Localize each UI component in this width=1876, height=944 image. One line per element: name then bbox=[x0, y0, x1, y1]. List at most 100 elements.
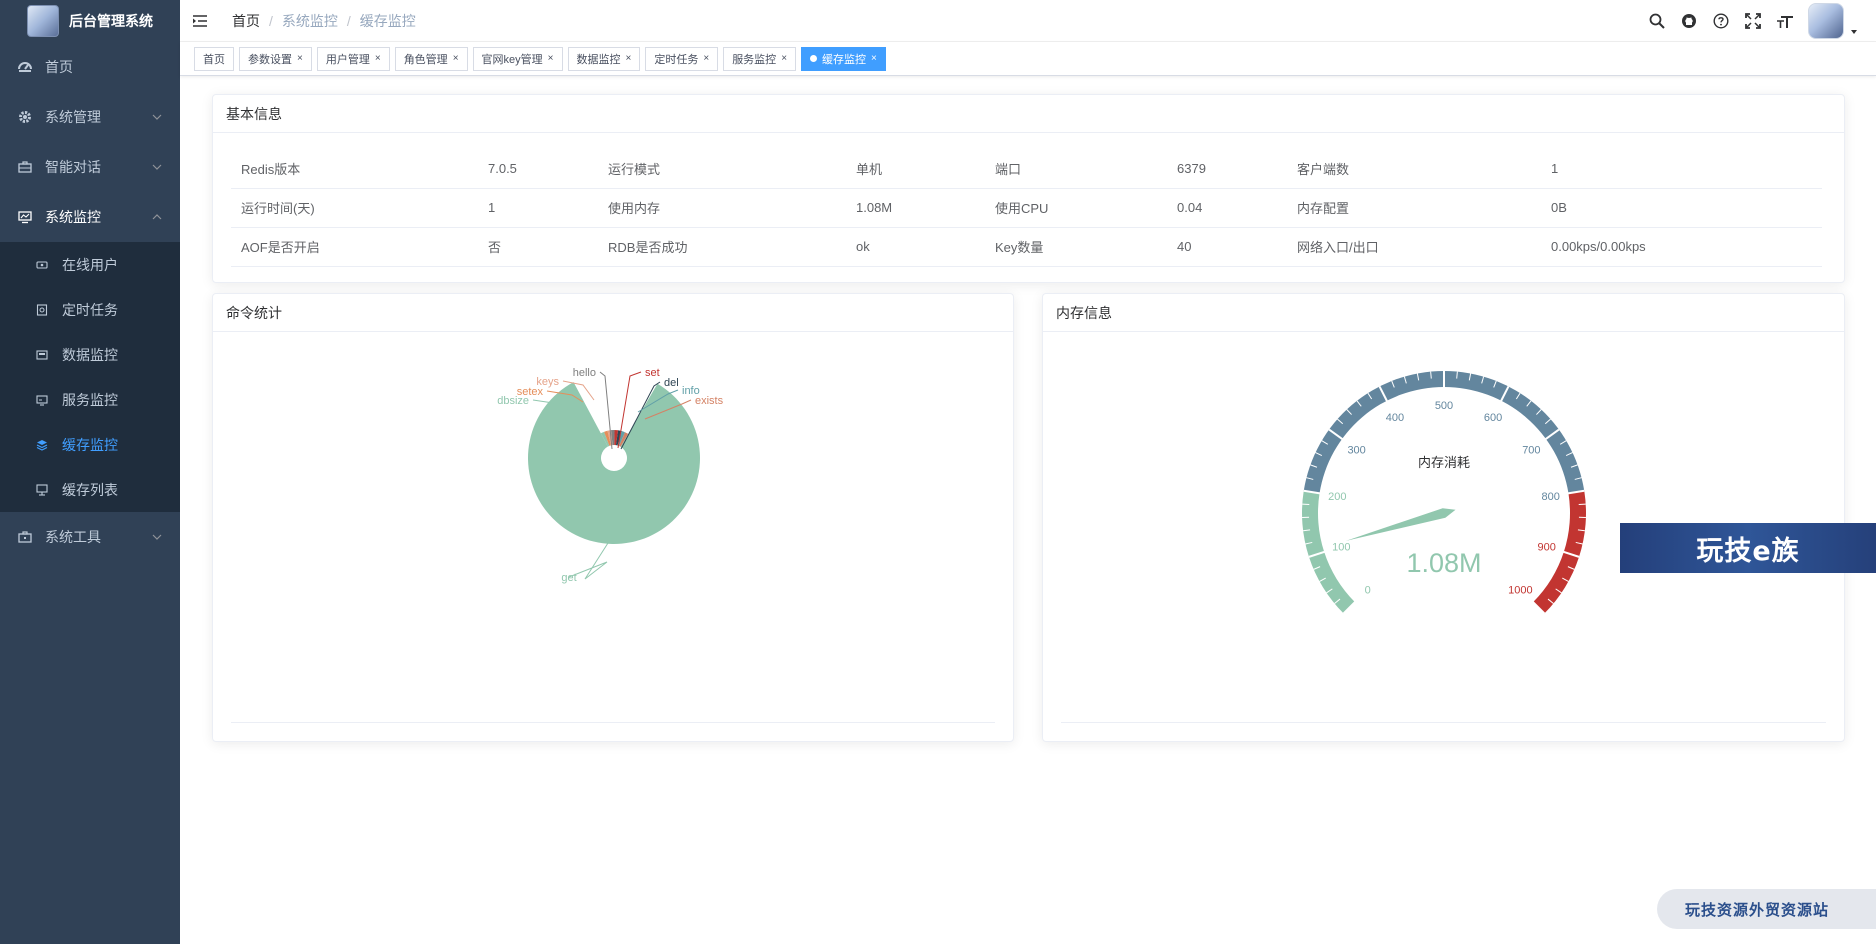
info-label: 内存配置 bbox=[1287, 188, 1541, 228]
info-value: 0.00kps/0.00kps bbox=[1541, 227, 1822, 267]
sidebar-item-chat[interactable]: 智能对话 bbox=[0, 142, 180, 192]
gauge-tick-label: 300 bbox=[1347, 445, 1365, 457]
sidebar-item-online-users[interactable]: 在线用户 bbox=[0, 242, 180, 287]
font-size-icon[interactable] bbox=[1776, 12, 1794, 30]
sidebar-item-label: 定时任务 bbox=[62, 301, 118, 318]
tag-config[interactable]: 参数设置 × bbox=[239, 46, 312, 71]
close-icon[interactable]: × bbox=[871, 53, 877, 64]
tag-role[interactable]: 角色管理 × bbox=[394, 46, 468, 71]
tag-label: 首页 bbox=[203, 53, 225, 66]
active-dot bbox=[810, 55, 818, 62]
close-icon[interactable]: × bbox=[453, 53, 459, 64]
watermark-pill: 玩技资源外贸资源站 bbox=[1657, 889, 1876, 929]
memory-info-card: 内存信息 0 100 200 300 400 500 600 700 800 900 1000 内存消… bbox=[1042, 293, 1845, 742]
fullscreen-icon[interactable] bbox=[1744, 12, 1762, 30]
card-title: 内存信息 bbox=[1043, 294, 1844, 332]
avatar[interactable] bbox=[1808, 3, 1844, 39]
sidebar-item-server-monitor[interactable]: 服务监控 bbox=[0, 377, 180, 422]
sidebar-item-label: 系统监控 bbox=[45, 209, 101, 225]
gauge-tick-label: 700 bbox=[1522, 445, 1540, 457]
info-value: 7.0.5 bbox=[478, 149, 598, 189]
help-icon[interactable] bbox=[1712, 12, 1730, 30]
briefcase-icon bbox=[18, 160, 32, 174]
menu-fold-icon bbox=[193, 14, 207, 27]
gauge-value: 1.08M bbox=[1406, 548, 1481, 578]
breadcrumb-current: 缓存监控 bbox=[359, 12, 416, 29]
gauge-minor-tick bbox=[1430, 371, 1432, 379]
sidebar-item-cache-list[interactable]: 缓存列表 bbox=[0, 467, 180, 512]
info-row: 运行时间(天) 1 使用内存 1.08M 使用CPU 0.04 内存配置 0B bbox=[231, 188, 1822, 228]
breadcrumb-separator: / bbox=[346, 12, 351, 29]
close-icon[interactable]: × bbox=[626, 53, 632, 64]
pie-label-set: set bbox=[645, 367, 660, 379]
watermark-text: 玩技e族 bbox=[1696, 535, 1800, 567]
redis-icon bbox=[36, 439, 48, 451]
toolbox-icon bbox=[18, 530, 32, 544]
gauge-band bbox=[1303, 370, 1585, 494]
chevron-down-icon bbox=[152, 534, 162, 540]
sidebar-item-monitor[interactable]: 系统监控 bbox=[0, 192, 180, 242]
hamburger-button[interactable] bbox=[180, 0, 220, 42]
online-icon bbox=[36, 259, 48, 271]
breadcrumb-home[interactable]: 首页 bbox=[232, 11, 260, 31]
tag-label: 角色管理 bbox=[403, 53, 448, 66]
gauge-tick-label: 400 bbox=[1386, 412, 1404, 424]
info-value: 40 bbox=[1167, 227, 1287, 267]
info-label: 使用CPU bbox=[985, 188, 1167, 228]
pie-label-hello: hello bbox=[573, 367, 596, 379]
close-icon[interactable]: × bbox=[781, 53, 787, 64]
info-label: 运行模式 bbox=[598, 149, 846, 189]
sidebar-item-data-monitor[interactable]: 数据监控 bbox=[0, 332, 180, 377]
close-icon[interactable]: × bbox=[703, 53, 709, 64]
search-icon[interactable] bbox=[1648, 12, 1666, 30]
sidebar-item-label: 首页 bbox=[45, 59, 73, 75]
info-row: AOF是否开启否 RDB是否成功 ok Key数量 40 网络入口/出口 0.00kps/0… bbox=[231, 227, 1822, 267]
dashboard-icon bbox=[18, 60, 32, 74]
sidebar-logo[interactable]: 后台管理系统 bbox=[0, 0, 180, 42]
logo-image bbox=[27, 5, 59, 37]
gauge-tick-label: 200 bbox=[1328, 491, 1346, 503]
sidebar-item-system[interactable]: 系统管理 bbox=[0, 92, 180, 142]
navbar: 首页 / 系统监控 / 缓存监控 bbox=[180, 0, 1876, 42]
info-label: 运行时间(天) bbox=[231, 188, 478, 228]
monitor-icon bbox=[18, 210, 32, 224]
info-value: 0B bbox=[1541, 188, 1822, 228]
tag-server[interactable]: 服务监控 × bbox=[723, 46, 797, 71]
sidebar-item-label: 智能对话 bbox=[45, 159, 101, 175]
tag-label: 缓存监控 bbox=[822, 53, 867, 66]
close-icon[interactable]: × bbox=[548, 53, 554, 64]
gauge-tick-label: 800 bbox=[1541, 491, 1559, 503]
tag-druid[interactable]: 数据监控 × bbox=[567, 46, 641, 71]
pie-slice-get[interactable] bbox=[528, 382, 700, 544]
divider bbox=[231, 722, 995, 723]
card-title: 命令统计 bbox=[213, 294, 1013, 332]
tag-job[interactable]: 定时任务 × bbox=[645, 46, 719, 71]
sidebar-item-tools[interactable]: 系统工具 bbox=[0, 512, 180, 562]
pie-label-get: get bbox=[561, 572, 576, 584]
info-label: 端口 bbox=[985, 149, 1167, 189]
sidebar-item-jobs[interactable]: 定时任务 bbox=[0, 287, 180, 332]
tag-cache[interactable]: 缓存监控 × bbox=[801, 46, 886, 71]
app-title: 后台管理系统 bbox=[69, 13, 153, 29]
gauge-tick-label: 1000 bbox=[1508, 584, 1532, 596]
monitor-submenu: 在线用户 定时任务 数据监控 服务监控 缓存监控 缓存列表 bbox=[0, 242, 180, 512]
pie-label-exists: exists bbox=[695, 395, 724, 407]
close-icon[interactable]: × bbox=[375, 53, 381, 64]
gauge-title: 内存消耗 bbox=[1418, 455, 1470, 470]
sidebar-item-label: 系统管理 bbox=[45, 109, 101, 125]
sidebar-item-label: 在线用户 bbox=[62, 256, 118, 273]
info-value: 1.08M bbox=[846, 188, 985, 228]
tag-home[interactable]: 首页 bbox=[194, 46, 234, 71]
caret-down-icon[interactable] bbox=[1850, 28, 1858, 36]
sidebar-item-cache-monitor[interactable]: 缓存监控 bbox=[0, 422, 180, 467]
tag-user[interactable]: 用户管理 × bbox=[316, 46, 390, 71]
card-title: 基本信息 bbox=[213, 95, 1844, 133]
close-icon[interactable]: × bbox=[297, 53, 303, 64]
gauge-minor-tick bbox=[1456, 371, 1458, 379]
tag-label: 定时任务 bbox=[654, 53, 699, 66]
info-label: RDB是否成功 bbox=[598, 227, 846, 267]
sidebar-item-label: 数据监控 bbox=[62, 346, 118, 363]
github-icon[interactable] bbox=[1680, 12, 1698, 30]
tag-apikey[interactable]: 官网key管理 × bbox=[472, 46, 563, 71]
sidebar-item-home[interactable]: 首页 bbox=[0, 42, 180, 92]
